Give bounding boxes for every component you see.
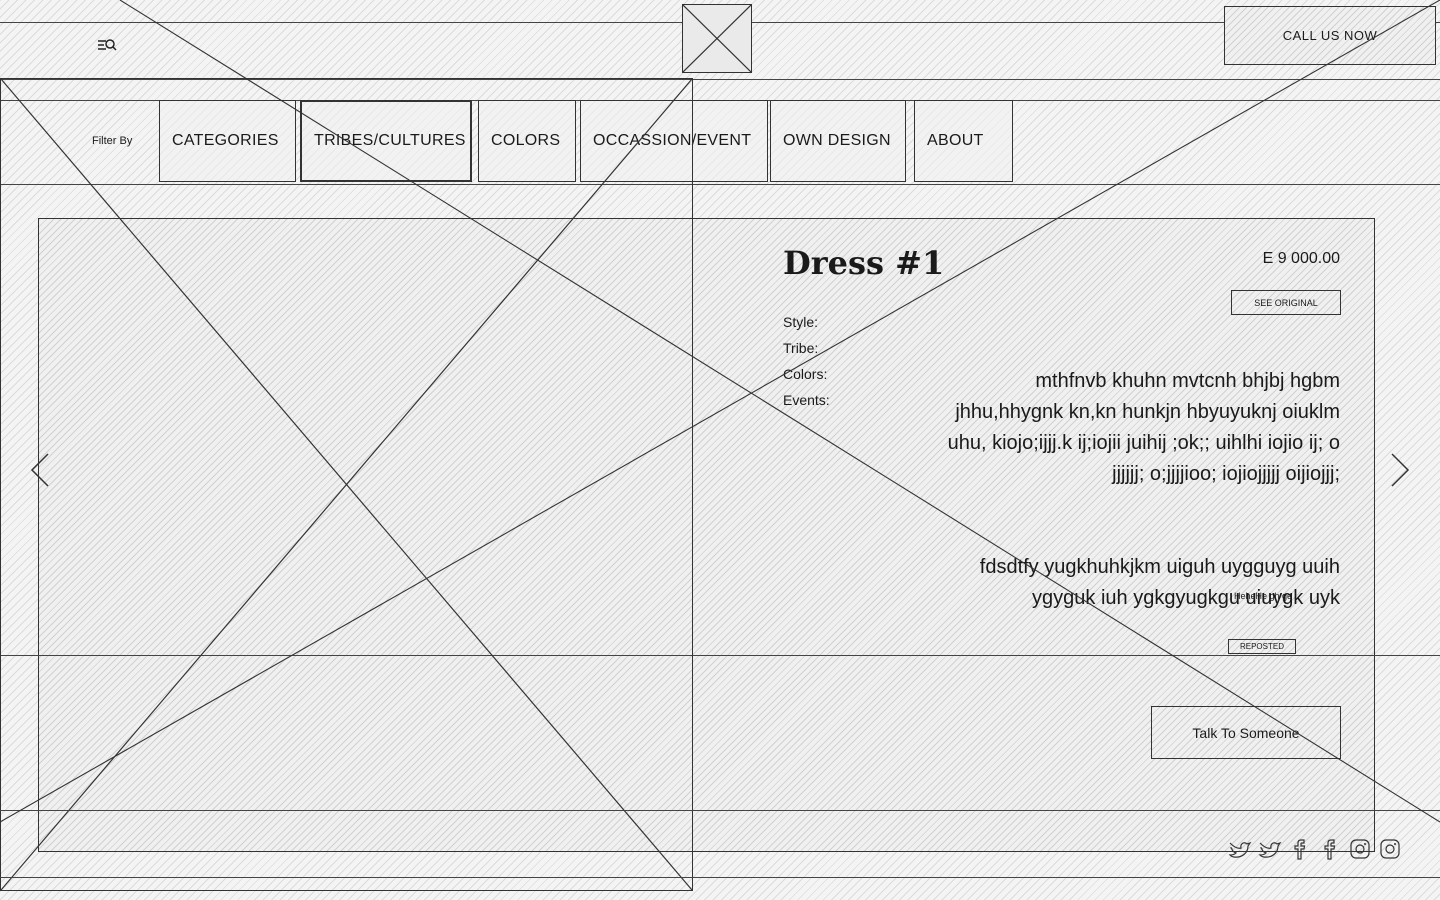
facebook-icon[interactable]	[1288, 837, 1312, 861]
prev-arrow-icon[interactable]	[26, 450, 56, 490]
talk-to-someone-button[interactable]: Talk To Someone	[1151, 706, 1341, 759]
facebook-icon[interactable]	[1318, 837, 1342, 861]
tab-own-design[interactable]: OWN DESIGN	[770, 100, 906, 182]
attr-events-label: Events:	[783, 392, 830, 408]
call-us-now-button[interactable]: CALL US NOW	[1224, 6, 1436, 65]
tab-about[interactable]: ABOUT	[914, 100, 1013, 182]
product-description-1: mthfnvb khuhn mvtcnh bhjbj hgbm jhhu,hhy…	[947, 370, 1340, 485]
product-title: Dress #1	[783, 244, 945, 282]
twitter-icon[interactable]	[1258, 837, 1282, 861]
attr-colors-label: Colors:	[783, 366, 828, 382]
logo-placeholder[interactable]	[682, 4, 752, 73]
attr-tribe-label: Tribe:	[783, 340, 819, 356]
twitter-icon[interactable]	[1228, 837, 1252, 861]
menu-search-icon[interactable]	[96, 36, 118, 54]
attr-style-label: Style:	[783, 314, 819, 330]
product-image-placeholder[interactable]	[0, 78, 693, 891]
reposted-button[interactable]: REPOSTED	[1228, 639, 1296, 654]
product-description-2: fdsdtfy yugkhuhkjkm uiguh uygguyg uuih y…	[979, 556, 1340, 609]
product-price: E 9 000.00	[1262, 250, 1340, 267]
see-original-button[interactable]: SEE ORIGINAL	[1231, 290, 1341, 315]
footer-bar	[0, 810, 1440, 878]
small-note: HeheHe gh ge	[1234, 591, 1293, 601]
next-arrow-icon[interactable]	[1384, 450, 1414, 490]
instagram-icon[interactable]	[1378, 837, 1402, 861]
instagram-icon[interactable]	[1348, 837, 1372, 861]
